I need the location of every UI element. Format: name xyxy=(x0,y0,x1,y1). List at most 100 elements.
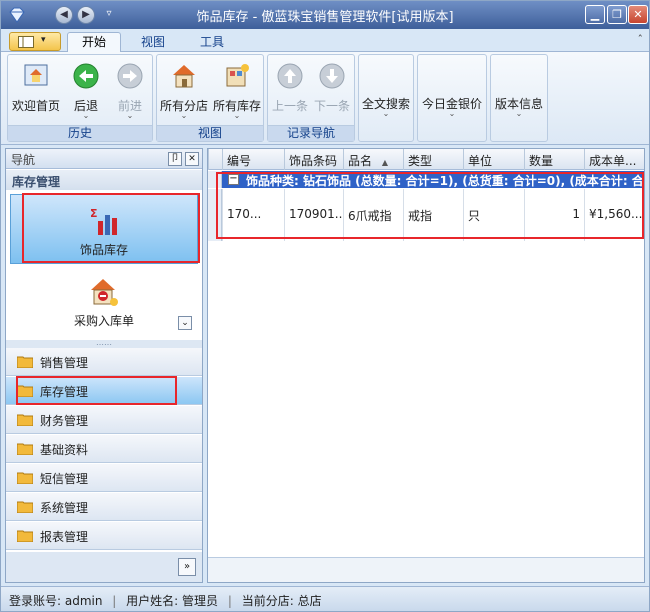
nav-category-label: 财务管理 xyxy=(40,414,89,428)
quick-forward-button[interactable]: ▶ xyxy=(77,6,95,24)
tab-home[interactable]: 开始 xyxy=(67,32,121,53)
inventory-icon xyxy=(226,64,249,87)
quick-back-button[interactable]: ◀ xyxy=(55,6,73,24)
group-record-nav: 上一条 下一条 记录导航 xyxy=(267,54,355,142)
group-version-info: 版本信息 ⌄ xyxy=(490,54,548,142)
column-header-barcode[interactable]: 饰品条码 xyxy=(284,149,343,170)
cell-type[interactable]: 戒指 xyxy=(403,189,463,241)
cell-unit[interactable]: 只 xyxy=(463,189,524,241)
status-separator: | xyxy=(112,594,117,608)
nav-category-label: 系统管理 xyxy=(40,501,89,515)
inventory-chart-icon: Σ xyxy=(90,207,117,235)
back-dropdown-icon[interactable]: ⌄ xyxy=(64,111,108,120)
nav-category-label: 短信管理 xyxy=(40,472,89,486)
group-label-view: 视图 xyxy=(157,125,263,141)
nav-footer: » xyxy=(6,552,202,582)
nav-category-sms[interactable]: 短信管理 xyxy=(6,464,202,492)
cell-id[interactable]: 170... xyxy=(222,189,284,241)
forward-arrow-icon xyxy=(117,63,143,89)
cell-barcode[interactable]: 170901... xyxy=(284,189,343,241)
grid-corner xyxy=(208,149,222,170)
nav-overflow-button[interactable]: » xyxy=(178,558,196,576)
all-stores-button[interactable]: 所有分店 ⌄ xyxy=(159,59,209,125)
column-header-name[interactable]: 品名 ▲ xyxy=(343,149,403,170)
fulltext-search-dropdown-icon[interactable]: ⌄ xyxy=(361,109,411,118)
title-bar: ◀ ▶ ▿ 饰品库存 - 傲蓝珠宝销售管理软件[试用版本] ▁ ❐ ✕ xyxy=(1,1,649,29)
restore-button[interactable]: ❐ xyxy=(607,5,627,24)
nav-item-purchase-receipt[interactable]: 采购入库单 xyxy=(10,266,198,336)
quick-access-menu-button[interactable]: ▿ xyxy=(100,6,118,24)
nav-category-finance[interactable]: 财务管理 xyxy=(6,406,202,434)
nav-section-title: 库存管理 xyxy=(6,170,202,190)
app-menu-chevron-icon: ▾ xyxy=(41,35,46,45)
nav-expand-button[interactable]: ⌄ xyxy=(178,316,192,330)
previous-record-label: 上一条 xyxy=(271,99,308,113)
pin-icon[interactable]: 卩 xyxy=(168,152,182,166)
folder-icon xyxy=(17,472,33,484)
cell-qty[interactable]: 1 xyxy=(524,189,584,241)
column-header-type[interactable]: 类型 xyxy=(403,149,463,170)
welcome-home-button[interactable]: 欢迎首页 xyxy=(12,59,60,125)
group-fulltext-search: 全文搜索 ⌄ xyxy=(358,54,414,142)
column-header-unit[interactable]: 单位 xyxy=(463,149,524,170)
grid-header: 编号 饰品条码 品名 ▲ 类型 单位 数量 成本单... xyxy=(208,149,644,170)
status-account: 登录账号: admin xyxy=(9,594,103,608)
group-view: 所有分店 ⌄ 所有库存 ⌄ 视图 xyxy=(156,54,264,142)
welcome-home-label: 欢迎首页 xyxy=(11,99,60,113)
column-header-cost[interactable]: 成本单... xyxy=(584,149,644,170)
column-header-id[interactable]: 编号 xyxy=(222,149,284,170)
group-row-indicator xyxy=(208,171,222,188)
tab-tools[interactable]: 工具 xyxy=(185,32,239,53)
diamond-app-icon[interactable] xyxy=(7,5,27,25)
grid-footer xyxy=(208,557,644,582)
column-header-qty[interactable]: 数量 xyxy=(524,149,584,170)
all-inventory-button[interactable]: 所有库存 ⌄ xyxy=(211,59,263,125)
forward-button[interactable]: 前进 ⌄ xyxy=(108,59,152,125)
store-icon xyxy=(173,65,195,88)
group-gold-price: 今日金银价 ⌄ xyxy=(417,54,487,142)
nav-category-basic-data[interactable]: 基础资料 xyxy=(6,435,202,463)
fulltext-search-button[interactable]: 全文搜索 ⌄ xyxy=(361,85,411,151)
app-menu-icon xyxy=(18,36,34,48)
status-separator: | xyxy=(227,594,232,608)
group-label-history: 历史 xyxy=(8,125,152,141)
all-stores-dropdown-icon[interactable]: ⌄ xyxy=(159,111,209,120)
ribbon-collapse-icon[interactable]: ˆ xyxy=(638,33,644,46)
nav-category-reports[interactable]: 报表管理 xyxy=(6,522,202,550)
back-button[interactable]: 后退 ⌄ xyxy=(64,59,108,125)
home-page-icon xyxy=(24,64,48,86)
ribbon-tab-row: ▾ 开始 视图 工具 ˆ xyxy=(1,29,649,53)
previous-record-button[interactable]: 上一条 xyxy=(270,59,310,125)
next-record-button[interactable]: 下一条 xyxy=(312,59,352,125)
version-info-button[interactable]: 版本信息 ⌄ xyxy=(493,85,545,151)
window-title: 饰品库存 - 傲蓝珠宝销售管理软件[试用版本] xyxy=(196,10,454,25)
column-header-label: 品名 xyxy=(348,154,373,168)
ribbon: 欢迎首页 后退 ⌄ 前进 ⌄ 历史 所有分店 ⌄ 所有库存 ⌄ 视图 上一条 下… xyxy=(1,52,649,145)
nav-category-inventory[interactable]: 库存管理 xyxy=(6,377,202,405)
close-nav-icon[interactable]: ✕ xyxy=(185,152,199,166)
minimize-button[interactable]: ▁ xyxy=(585,5,605,24)
status-branch: 当前分店: 总店 xyxy=(241,594,322,608)
back-arrow-icon xyxy=(73,63,99,89)
group-row[interactable]: − 饰品种类: 钻石饰品 (总数量: 合计=1), (总货重: 合计=0), (… xyxy=(222,171,644,188)
nav-category-label: 销售管理 xyxy=(40,356,89,370)
row-indicator[interactable] xyxy=(208,189,222,241)
today-gold-price-dropdown-icon[interactable]: ⌄ xyxy=(420,109,484,118)
cell-name[interactable]: 6爪戒指 xyxy=(343,189,403,241)
app-window: ◀ ▶ ▿ 饰品库存 - 傲蓝珠宝销售管理软件[试用版本] ▁ ❐ ✕ ▾ 开始… xyxy=(0,0,650,612)
nav-item-label: 采购入库单 xyxy=(73,314,134,328)
navigation-panel: 导航 卩 ✕ 库存管理 Σ 饰品库存 采购入库单 ⌄ …… 销售管理 库存管理 … xyxy=(5,148,203,583)
nav-category-system[interactable]: 系统管理 xyxy=(6,493,202,521)
close-button[interactable]: ✕ xyxy=(628,5,648,24)
today-gold-price-button[interactable]: 今日金银价 ⌄ xyxy=(420,85,484,151)
tab-view[interactable]: 视图 xyxy=(125,32,181,53)
app-menu-button[interactable]: ▾ xyxy=(9,32,61,51)
all-inventory-dropdown-icon[interactable]: ⌄ xyxy=(211,111,263,120)
collapse-group-icon[interactable]: − xyxy=(228,174,239,185)
nav-category-sales[interactable]: 销售管理 xyxy=(6,348,202,376)
nav-splitter[interactable]: …… xyxy=(6,339,202,348)
cell-cost[interactable]: ¥1,560.... xyxy=(584,189,644,241)
version-info-dropdown-icon[interactable]: ⌄ xyxy=(493,109,545,118)
nav-item-jewelry-inventory[interactable]: Σ 饰品库存 xyxy=(10,194,198,264)
forward-dropdown-icon[interactable]: ⌄ xyxy=(108,111,152,120)
